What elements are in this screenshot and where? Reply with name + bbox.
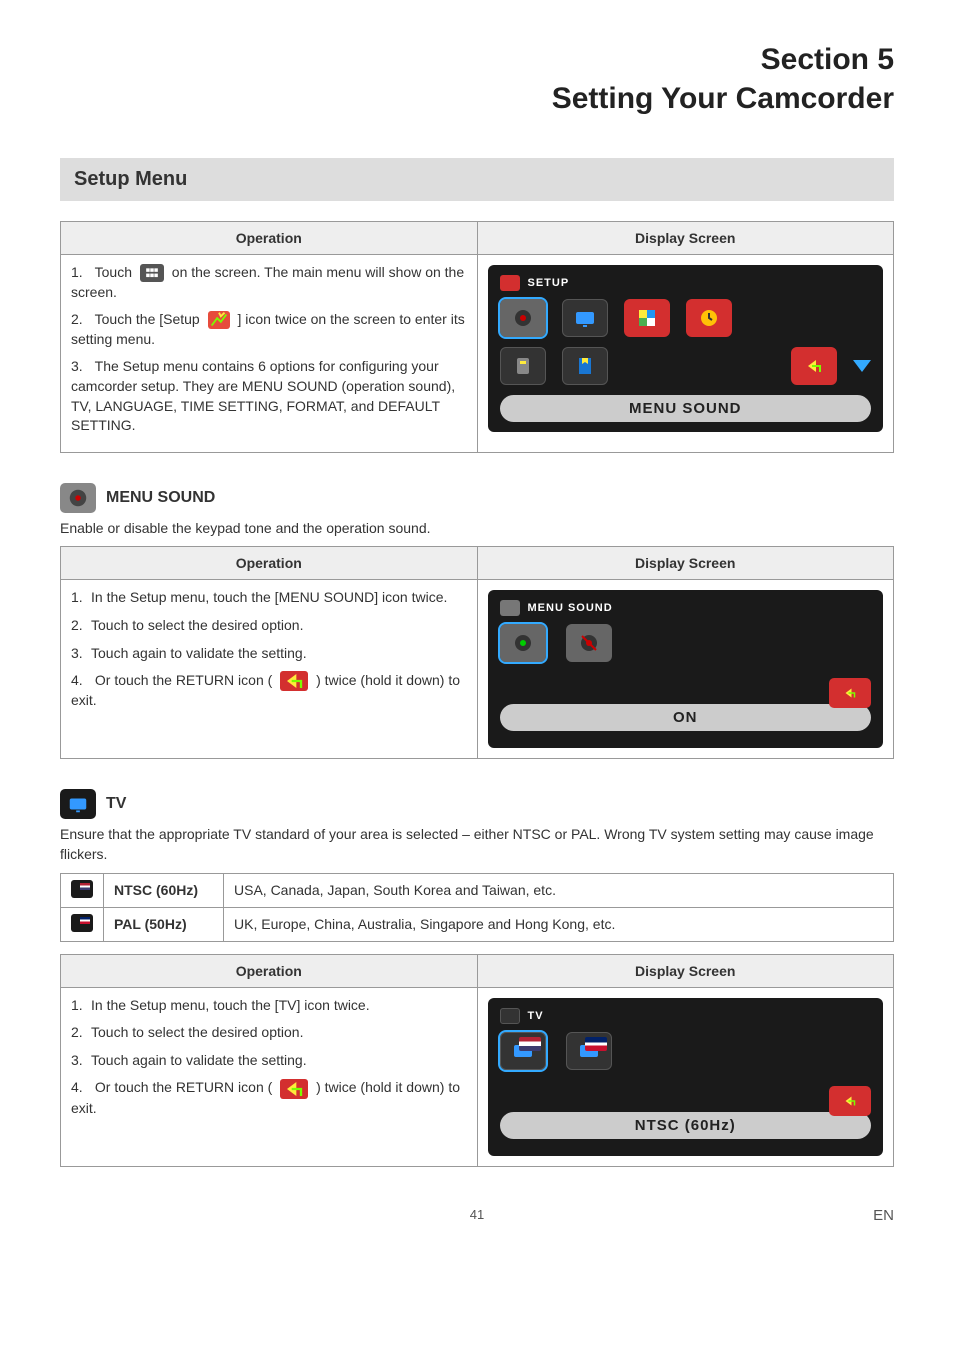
page-title: Setting Your Camcorder (60, 79, 894, 118)
ds-header-text: MENU SOUND (528, 602, 613, 614)
return-icon (280, 671, 308, 691)
col-operation: Operation (61, 547, 478, 580)
page-number: 41 (100, 1207, 854, 1224)
pal-flag-icon (71, 914, 93, 932)
ds-caption: NTSC (60Hz) (500, 1112, 872, 1139)
table-row: NTSC (60Hz) USA, Canada, Japan, South Ko… (61, 873, 894, 907)
setup-icon (208, 311, 230, 329)
col-display: Display Screen (477, 222, 894, 255)
tv-operation-cell: 1.In the Setup menu, touch the [TV] icon… (61, 987, 478, 1166)
step-1: 1.In the Setup menu, touch the [MENU SOU… (71, 588, 467, 608)
ds-caption: ON (500, 704, 872, 731)
display-menu-sound: MENU SOUND ON (488, 590, 884, 748)
ds-menu-sound-header-icon (500, 600, 520, 616)
tv-heading: TV (60, 789, 894, 819)
ds-tv-icon[interactable] (562, 299, 608, 337)
step-3: 3.Touch again to validate the setting. (71, 1051, 467, 1071)
pal-desc: UK, Europe, China, Australia, Singapore … (224, 907, 894, 941)
ds-pal-icon[interactable] (566, 1032, 612, 1070)
display-setup: SETUP (488, 265, 884, 432)
ds-return-icon[interactable] (829, 678, 871, 708)
ds-caption: MENU SOUND (500, 395, 872, 422)
tv-desc: Ensure that the appropriate TV standard … (60, 825, 894, 864)
col-operation: Operation (61, 222, 478, 255)
pal-name: PAL (50Hz) (104, 907, 224, 941)
menu-sound-heading: MENU SOUND (60, 483, 894, 513)
ds-time-icon[interactable] (686, 299, 732, 337)
ds-sound-on-icon[interactable] (500, 624, 546, 662)
col-display: Display Screen (477, 954, 894, 987)
ds-language-icon[interactable] (624, 299, 670, 337)
return-icon (280, 1079, 308, 1099)
us-flag-icon (519, 1037, 541, 1051)
ds-default-icon[interactable] (562, 347, 608, 385)
step-4: 4. Or touch the RETURN icon ( ) twice (h… (71, 671, 467, 711)
col-display: Display Screen (477, 547, 894, 580)
step-1: 1.In the Setup menu, touch the [TV] icon… (71, 996, 467, 1016)
step-2: 2.Touch to select the desired option. (71, 1023, 467, 1043)
tv-heading-icon (60, 789, 96, 819)
tv-label: TV (106, 795, 126, 813)
section-header: Section 5 Setting Your Camcorder (60, 40, 894, 118)
step-3: 3. The Setup menu contains 6 options for… (71, 357, 467, 435)
ds-format-icon[interactable] (500, 347, 546, 385)
section-label: Section 5 (60, 40, 894, 79)
page-footer: 41 EN (60, 1207, 894, 1224)
ds-return-icon[interactable] (791, 347, 837, 385)
menu-sound-display-cell: MENU SOUND ON (477, 580, 894, 759)
ds-menu-sound-icon[interactable] (500, 299, 546, 337)
setup-menu-display-cell: SETUP (477, 255, 894, 453)
step-2: 2. Touch the [Setup ] icon twice on the … (71, 310, 467, 349)
menu-sound-operation-cell: 1.In the Setup menu, touch the [MENU SOU… (61, 580, 478, 759)
setup-menu-table: Operation Display Screen 1. Touch on the… (60, 221, 894, 453)
setup-menu-operation-cell: 1. Touch on the screen. The main menu wi… (61, 255, 478, 453)
step-1: 1. Touch on the screen. The main menu wi… (71, 263, 467, 302)
setup-menu-heading: Setup Menu (60, 158, 894, 201)
tv-standards-table: NTSC (60Hz) USA, Canada, Japan, South Ko… (60, 873, 894, 942)
ds-setup-icon (500, 275, 520, 291)
menu-sound-label: MENU SOUND (106, 489, 215, 507)
step-3: 3.Touch again to validate the setting. (71, 644, 467, 664)
ds-sound-off-icon[interactable] (566, 624, 612, 662)
ntsc-flag-icon (71, 880, 93, 898)
ds-tv-header-icon (500, 1008, 520, 1024)
ds-ntsc-icon[interactable] (500, 1032, 546, 1070)
step-2: 2.Touch to select the desired option. (71, 616, 467, 636)
tv-operation-table: Operation Display Screen 1.In the Setup … (60, 954, 894, 1167)
ntsc-name: NTSC (60Hz) (104, 873, 224, 907)
ds-scroll-down-icon[interactable] (853, 360, 871, 372)
ntsc-desc: USA, Canada, Japan, South Korea and Taiw… (224, 873, 894, 907)
ds-header-text: SETUP (528, 277, 570, 289)
ds-return-icon[interactable] (829, 1086, 871, 1116)
table-row: PAL (50Hz) UK, Europe, China, Australia,… (61, 907, 894, 941)
menu-sound-table: Operation Display Screen 1.In the Setup … (60, 546, 894, 759)
uk-flag-icon (585, 1037, 607, 1051)
main-menu-icon (140, 264, 164, 282)
menu-sound-heading-icon (60, 483, 96, 513)
tv-display-cell: TV NTSC (60Hz) (477, 987, 894, 1166)
col-operation: Operation (61, 954, 478, 987)
menu-sound-desc: Enable or disable the keypad tone and th… (60, 519, 894, 539)
display-tv: TV NTSC (60Hz) (488, 998, 884, 1156)
page-language: EN (854, 1207, 894, 1224)
ds-header-text: TV (528, 1010, 544, 1022)
step-4: 4. Or touch the RETURN icon ( ) twice (h… (71, 1078, 467, 1118)
